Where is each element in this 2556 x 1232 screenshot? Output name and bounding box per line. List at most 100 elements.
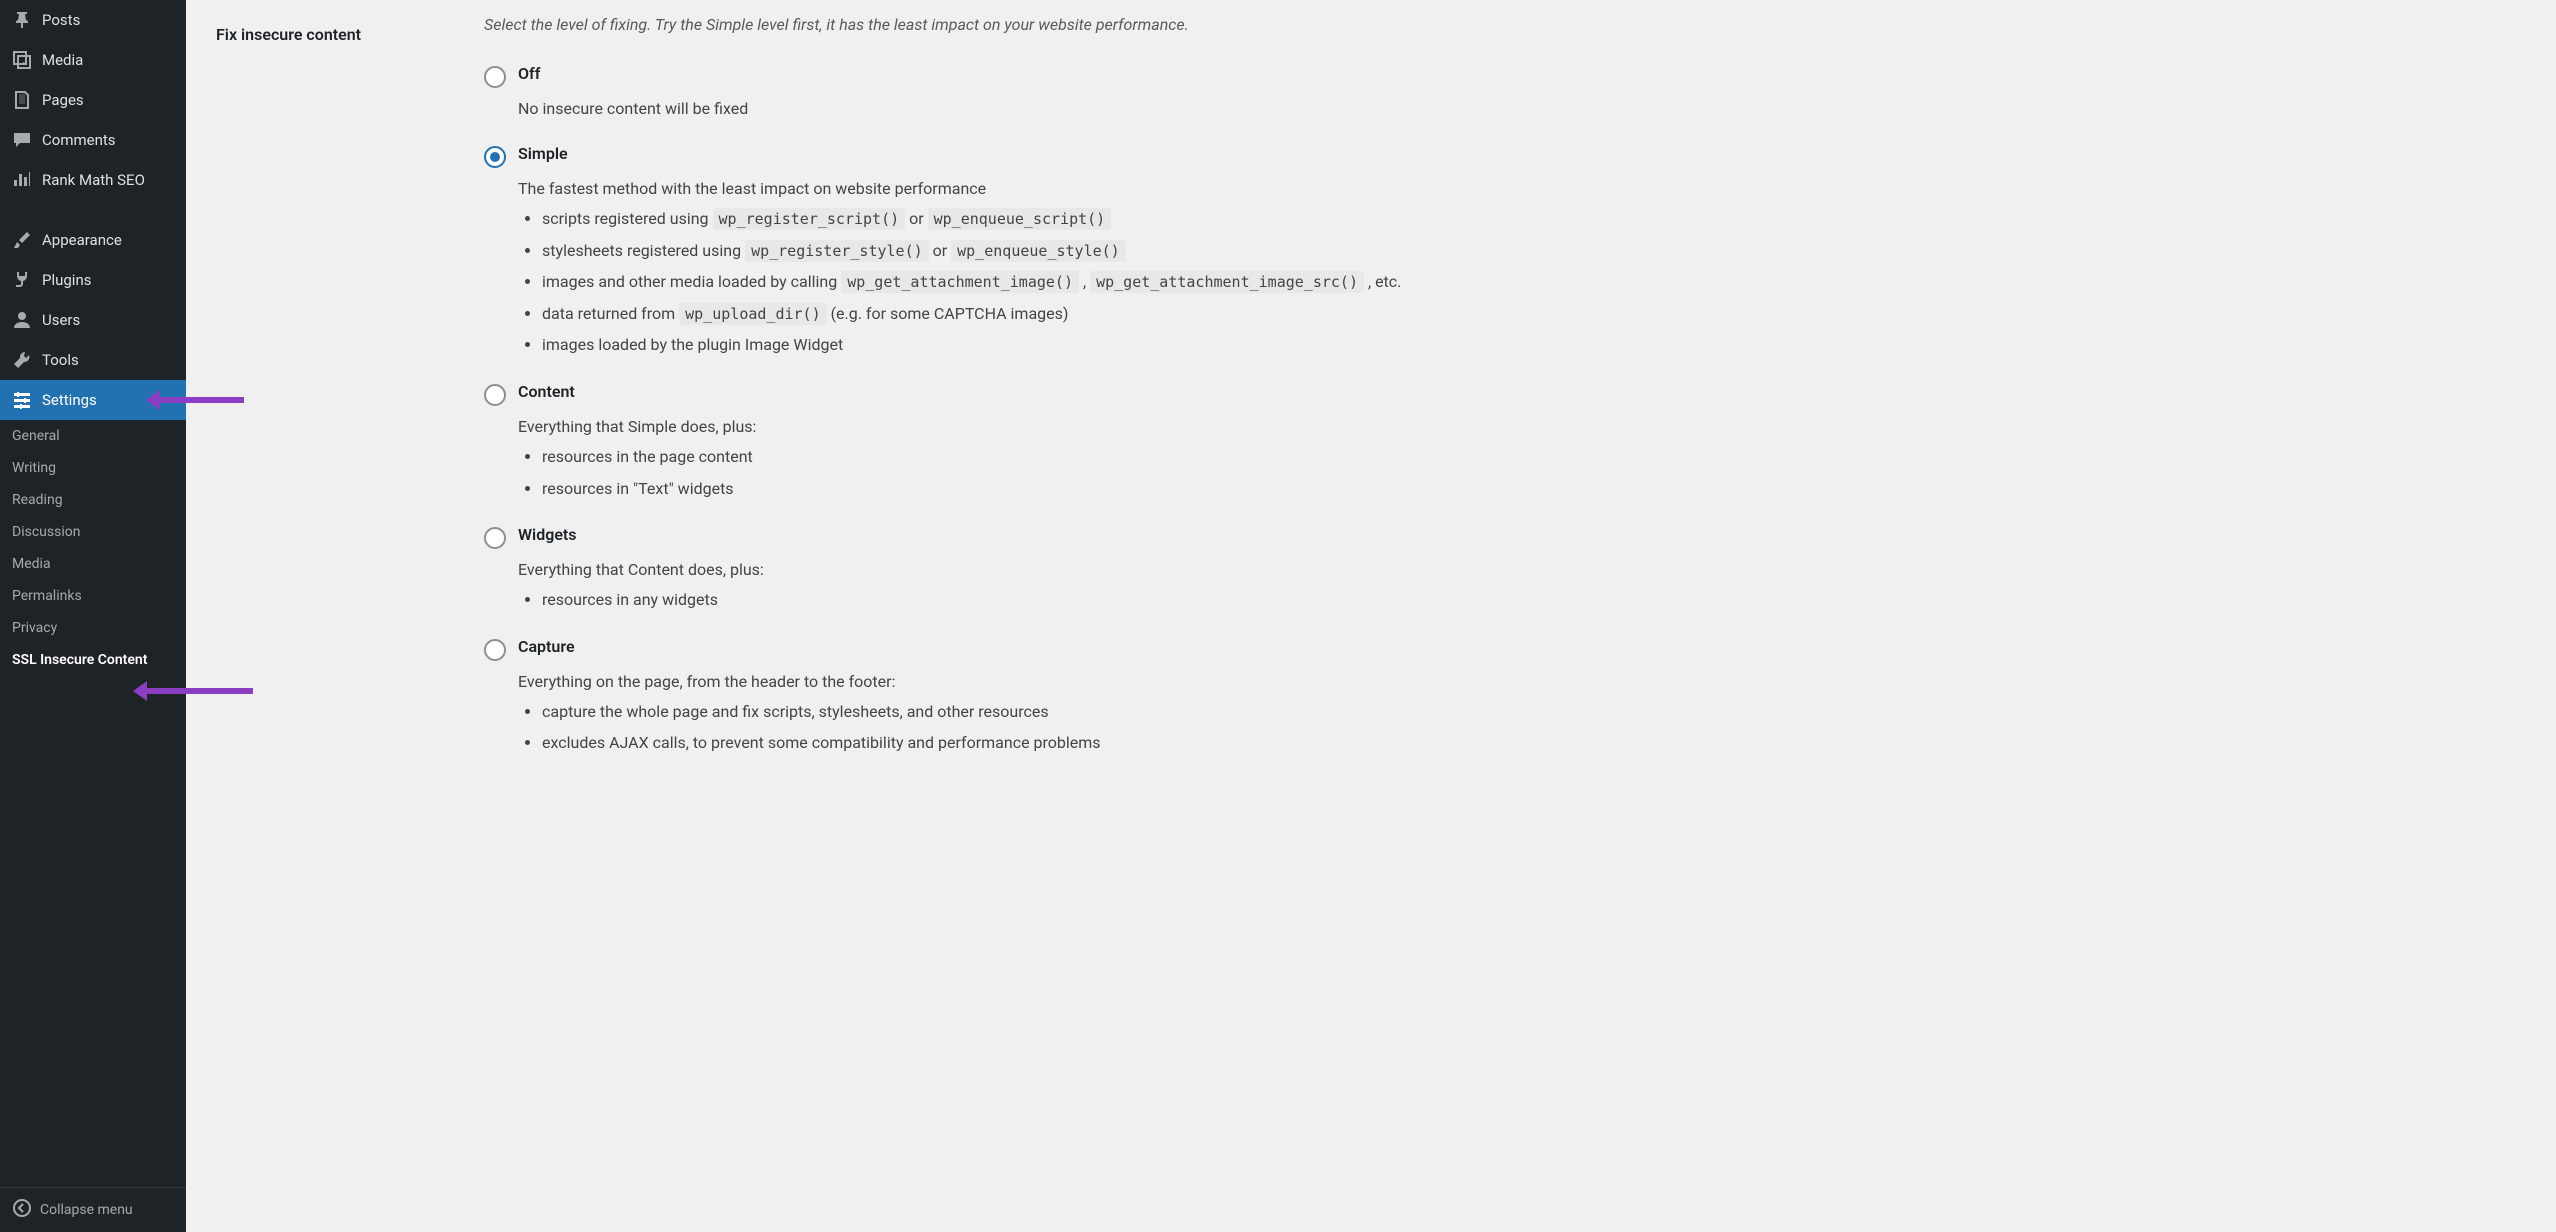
- sidebar-item-tools[interactable]: Tools: [0, 340, 186, 380]
- sliders-icon: [12, 390, 32, 410]
- sidebar-sub-permalinks[interactable]: Permalinks: [0, 580, 186, 612]
- option-body: Content Everything that Simple does, plus…: [518, 382, 2526, 507]
- sidebar-item-label: Settings: [42, 391, 97, 409]
- pages-icon: [12, 90, 32, 110]
- option-simple: Simple The fastest method with the least …: [484, 144, 2526, 364]
- chart-icon: [12, 170, 32, 190]
- option-bullets: resources in the page content resources i…: [518, 444, 2526, 501]
- option-title: Content: [518, 382, 2526, 401]
- collapse-label: Collapse menu: [40, 1202, 133, 1218]
- comment-icon: [12, 130, 32, 150]
- sidebar-sub-general[interactable]: General: [0, 420, 186, 452]
- bullet-item: resources in the page content: [542, 444, 2526, 470]
- option-bullets: capture the whole page and fix scripts, …: [518, 699, 2526, 756]
- code-snippet: wp_register_style(): [745, 240, 929, 262]
- sidebar-item-comments[interactable]: Comments: [0, 120, 186, 160]
- sidebar-sub-ssl-insecure[interactable]: SSL Insecure Content: [0, 644, 186, 676]
- radio-simple[interactable]: [484, 146, 506, 168]
- radio-capture[interactable]: [484, 639, 506, 661]
- sidebar-item-label: Plugins: [42, 271, 91, 289]
- bullet-item: resources in any widgets: [542, 587, 2526, 613]
- sidebar-item-media[interactable]: Media: [0, 40, 186, 80]
- sidebar-item-rank-math[interactable]: Rank Math SEO: [0, 160, 186, 200]
- sidebar-item-label: Rank Math SEO: [42, 171, 145, 189]
- pin-icon: [12, 10, 32, 30]
- code-snippet: wp_get_attachment_image(): [841, 271, 1079, 293]
- code-snippet: wp_upload_dir(): [679, 303, 826, 325]
- code-snippet: wp_register_script(): [713, 208, 906, 230]
- bullet-item: data returned from wp_upload_dir() (e.g.…: [542, 301, 2526, 327]
- sidebar-item-label: Tools: [42, 351, 79, 369]
- option-body: Capture Everything on the page, from the …: [518, 637, 2526, 762]
- radio-content[interactable]: [484, 384, 506, 406]
- code-snippet: wp_enqueue_style(): [951, 240, 1126, 262]
- option-desc: The fastest method with the least impact…: [518, 179, 2526, 198]
- sidebar-item-plugins[interactable]: Plugins: [0, 260, 186, 300]
- bullet-item: images loaded by the plugin Image Widget: [542, 332, 2526, 358]
- option-title: Off: [518, 64, 2526, 83]
- sidebar-sub-label: General: [12, 428, 60, 444]
- option-title: Widgets: [518, 525, 2526, 544]
- sidebar-sub-label: Discussion: [12, 524, 80, 540]
- sidebar-sub-label: Writing: [12, 460, 56, 476]
- option-title: Capture: [518, 637, 2526, 656]
- option-body: Off No insecure content will be fixed: [518, 64, 2526, 126]
- sidebar-item-posts[interactable]: Posts: [0, 0, 186, 40]
- bullet-item: resources in "Text" widgets: [542, 476, 2526, 502]
- annotation-arrow-settings: [150, 397, 244, 403]
- bullet-item: scripts registered using wp_register_scr…: [542, 206, 2526, 232]
- sidebar-sub-privacy[interactable]: Privacy: [0, 612, 186, 644]
- option-off: Off No insecure content will be fixed: [484, 64, 2526, 126]
- option-title: Simple: [518, 144, 2526, 163]
- radio-off[interactable]: [484, 66, 506, 88]
- sidebar-sub-label: SSL Insecure Content: [12, 652, 147, 668]
- bullet-item: stylesheets registered using wp_register…: [542, 238, 2526, 264]
- option-widgets: Widgets Everything that Content does, plu…: [484, 525, 2526, 619]
- option-desc: Everything that Simple does, plus:: [518, 417, 2526, 436]
- section-intro: Select the level of fixing. Try the Simp…: [484, 15, 2526, 34]
- sidebar-item-label: Posts: [42, 11, 80, 29]
- section-title: Fix insecure content: [216, 15, 484, 780]
- settings-page: Fix insecure content Select the level of…: [186, 0, 2556, 1232]
- sidebar-item-pages[interactable]: Pages: [0, 80, 186, 120]
- option-content: Content Everything that Simple does, plus…: [484, 382, 2526, 507]
- sidebar-item-users[interactable]: Users: [0, 300, 186, 340]
- sidebar-sub-writing[interactable]: Writing: [0, 452, 186, 484]
- bullet-item: excludes AJAX calls, to prevent some com…: [542, 730, 2526, 756]
- admin-sidebar: Posts Media Pages Comments Rank Math SEO App…: [0, 0, 186, 1232]
- option-body: Simple The fastest method with the least …: [518, 144, 2526, 364]
- sidebar-sub-media-settings[interactable]: Media: [0, 548, 186, 580]
- option-capture: Capture Everything on the page, from the …: [484, 637, 2526, 762]
- option-desc: Everything that Content does, plus:: [518, 560, 2526, 579]
- option-desc: Everything on the page, from the header …: [518, 672, 2526, 691]
- code-snippet: wp_enqueue_script(): [928, 208, 1112, 230]
- brush-icon: [12, 230, 32, 250]
- sidebar-item-label: Comments: [42, 131, 116, 149]
- sidebar-sub-group: General Writing Reading Discussion Media Perm…: [0, 420, 186, 676]
- media-icon: [12, 50, 32, 70]
- sidebar-sub-discussion[interactable]: Discussion: [0, 516, 186, 548]
- plug-icon: [12, 270, 32, 290]
- sidebar-item-label: Users: [42, 311, 80, 329]
- option-bullets: resources in any widgets: [518, 587, 2526, 613]
- annotation-arrow-ssl-insecure: [137, 688, 253, 694]
- sidebar-item-label: Media: [42, 51, 83, 69]
- sidebar-item-label: Pages: [42, 91, 84, 109]
- sidebar-sub-reading[interactable]: Reading: [0, 484, 186, 516]
- bullet-item: images and other media loaded by calling…: [542, 269, 2526, 295]
- sidebar-sub-label: Media: [12, 556, 51, 572]
- sidebar-main-group: Posts Media Pages Comments Rank Math SEO: [0, 0, 186, 200]
- option-desc: No insecure content will be fixed: [518, 99, 2526, 118]
- collapse-menu[interactable]: Collapse menu: [0, 1187, 186, 1232]
- sidebar-sub-label: Permalinks: [12, 588, 82, 604]
- sidebar-item-appearance[interactable]: Appearance: [0, 220, 186, 260]
- sidebar-sub-label: Reading: [12, 492, 63, 508]
- bullet-item: capture the whole page and fix scripts, …: [542, 699, 2526, 725]
- sidebar-item-label: Appearance: [42, 231, 122, 249]
- user-icon: [12, 310, 32, 330]
- code-snippet: wp_get_attachment_image_src(): [1090, 271, 1364, 293]
- wrench-icon: [12, 350, 32, 370]
- collapse-icon: [12, 1198, 32, 1222]
- sidebar-sub-label: Privacy: [12, 620, 57, 636]
- radio-widgets[interactable]: [484, 527, 506, 549]
